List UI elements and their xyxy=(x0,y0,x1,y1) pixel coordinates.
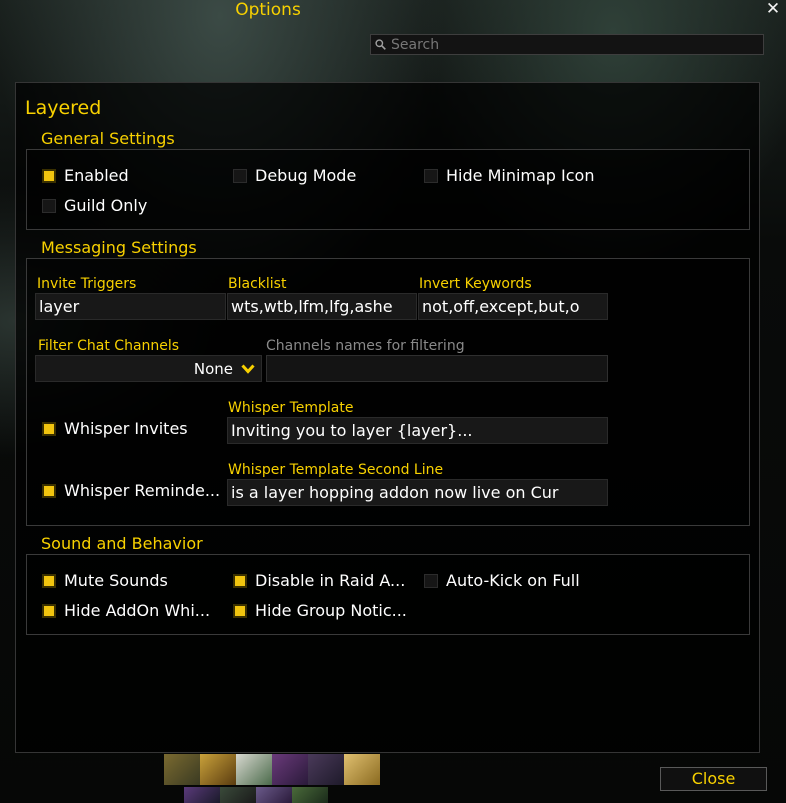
enabled-checkbox[interactable] xyxy=(42,169,56,183)
action-icon[interactable] xyxy=(164,754,200,785)
messaging-settings-heading: Messaging Settings xyxy=(41,238,197,257)
search-box[interactable] xyxy=(370,34,764,55)
action-icon[interactable] xyxy=(256,787,292,803)
action-icon[interactable] xyxy=(220,787,256,803)
invert-keywords-label: Invert Keywords xyxy=(419,276,532,292)
invite-triggers-label: Invite Triggers xyxy=(37,276,137,292)
chevron-down-icon xyxy=(241,364,255,374)
whisper-invites-checkbox[interactable] xyxy=(42,422,56,436)
hide-addon-whispers-label: Hide AddOn Whi... xyxy=(64,601,211,620)
disable-in-raid-label: Disable in Raid A... xyxy=(255,571,406,590)
panel-title: Layered xyxy=(25,97,102,119)
guild-only-label: Guild Only xyxy=(64,196,148,215)
action-icon[interactable] xyxy=(344,754,380,785)
channel-names-label: Channels names for filtering xyxy=(266,338,465,354)
whisper-template-second-line-label: Whisper Template Second Line xyxy=(228,462,444,478)
channel-names-input[interactable] xyxy=(266,355,608,382)
guild-only-checkbox[interactable] xyxy=(42,199,56,213)
action-icon[interactable] xyxy=(308,754,344,785)
search-icon xyxy=(375,39,386,50)
whisper-template-label: Whisper Template xyxy=(228,400,354,416)
sound-behavior-group xyxy=(26,554,750,635)
action-icon[interactable] xyxy=(200,754,236,785)
mute-sounds-checkbox[interactable] xyxy=(42,574,56,588)
search-input[interactable] xyxy=(391,35,751,54)
whisper-invites-label: Whisper Invites xyxy=(64,419,188,438)
whisper-template-input[interactable]: Inviting you to layer {layer}... xyxy=(227,417,608,444)
sound-behavior-heading: Sound and Behavior xyxy=(41,534,203,553)
general-settings-group xyxy=(26,149,750,230)
invite-triggers-input[interactable]: layer xyxy=(35,293,226,320)
whisper-reminder-checkbox[interactable] xyxy=(42,484,56,498)
filter-chat-channels-value: None xyxy=(193,360,233,378)
action-icon[interactable] xyxy=(236,754,272,785)
general-settings-heading: General Settings xyxy=(41,129,175,148)
action-icon[interactable] xyxy=(292,787,328,803)
auto-kick-label: Auto-Kick on Full xyxy=(446,571,580,590)
hide-group-notices-checkbox[interactable] xyxy=(233,604,247,618)
enabled-label: Enabled xyxy=(64,166,129,185)
action-icon[interactable] xyxy=(184,787,220,803)
disable-in-raid-checkbox[interactable] xyxy=(233,574,247,588)
filter-chat-channels-label: Filter Chat Channels xyxy=(38,338,180,354)
debug-mode-label: Debug Mode xyxy=(255,166,357,185)
close-button[interactable]: Close xyxy=(660,767,767,791)
window-title: Options xyxy=(235,0,301,20)
blacklist-input[interactable]: wts,wtb,lfm,lfg,ashe xyxy=(227,293,417,320)
auto-kick-checkbox[interactable] xyxy=(424,574,438,588)
filter-chat-channels-dropdown[interactable]: None xyxy=(35,355,262,382)
whisper-template-second-line-input[interactable]: is a layer hopping addon now live on Cur xyxy=(227,479,608,506)
action-bar-icons xyxy=(164,754,380,803)
invert-keywords-input[interactable]: not,off,except,but,o xyxy=(418,293,608,320)
action-icon[interactable] xyxy=(272,754,308,785)
debug-mode-checkbox[interactable] xyxy=(233,169,247,183)
whisper-reminder-label: Whisper Reminde... xyxy=(64,481,221,500)
hide-minimap-checkbox[interactable] xyxy=(424,169,438,183)
hide-group-notices-label: Hide Group Notic... xyxy=(255,601,407,620)
mute-sounds-label: Mute Sounds xyxy=(64,571,168,590)
hide-minimap-label: Hide Minimap Icon xyxy=(446,166,595,185)
blacklist-label: Blacklist xyxy=(228,276,287,292)
close-x-icon[interactable]: ✕ xyxy=(764,0,782,18)
hide-addon-whispers-checkbox[interactable] xyxy=(42,604,56,618)
